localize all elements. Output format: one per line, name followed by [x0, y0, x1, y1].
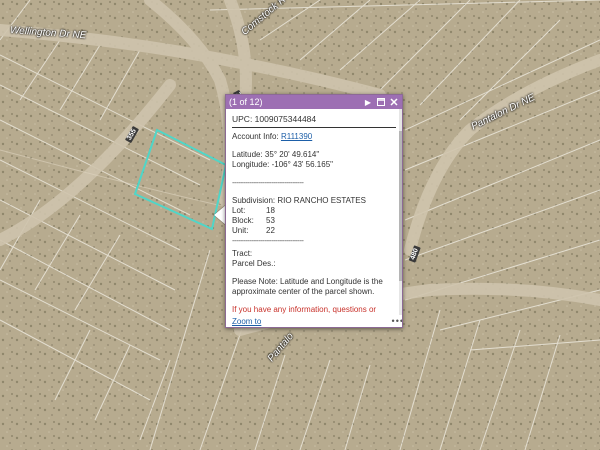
scrollbar-thumb[interactable] — [399, 131, 402, 281]
unit-label: Unit: — [232, 226, 249, 235]
popup-footer: Zoom to ••• — [226, 315, 402, 327]
unit-row: Unit: 22 — [232, 226, 396, 236]
close-icon[interactable] — [389, 97, 399, 107]
divider-line — [232, 127, 396, 128]
zoom-to-link[interactable]: Zoom to — [232, 317, 392, 326]
more-options-icon[interactable]: ••• — [392, 316, 402, 326]
feature-count: (1 of 12) — [229, 97, 263, 107]
parcel-des-text: Parcel Des.: — [232, 259, 276, 268]
parcel-popup: (1 of 12) ▶ UPC: 1009075344484 Account I… — [225, 94, 403, 328]
block-label: Block: — [232, 216, 254, 225]
block-row: Block: 53 — [232, 216, 396, 226]
upc-text: UPC: 1009075344484 — [232, 114, 317, 124]
lot-label: Lot: — [232, 206, 246, 215]
longitude-text: Longitude: -106° 43' 56.165" — [232, 160, 333, 169]
popup-scrollbar[interactable] — [399, 109, 402, 327]
dash-divider-2: --------------------------------- — [232, 236, 304, 245]
account-info-link[interactable]: R111390 — [281, 132, 312, 141]
coordinate-note: Please Note: Latitude and Longitude is t… — [232, 277, 383, 296]
maximize-icon[interactable] — [376, 97, 386, 107]
latitude-text: Latitude: 35° 20' 49.614" — [232, 150, 320, 159]
lot-value: 18 — [266, 206, 275, 215]
subdivision-text: Subdivision: RIO RANCHO ESTATES — [232, 196, 366, 205]
unit-value: 22 — [266, 226, 275, 235]
popup-content: UPC: 1009075344484 Account Info: R111390… — [226, 109, 402, 317]
popup-header: (1 of 12) ▶ — [226, 95, 402, 109]
account-info-row: Account Info: R111390 — [232, 132, 396, 142]
block-value: 53 — [266, 216, 275, 225]
next-feature-icon[interactable]: ▶ — [363, 97, 373, 107]
dash-divider: --------------------------------- — [232, 178, 304, 187]
tract-text: Tract: — [232, 249, 253, 258]
lot-row: Lot: 18 — [232, 206, 396, 216]
account-info-label: Account Info: — [232, 132, 279, 141]
